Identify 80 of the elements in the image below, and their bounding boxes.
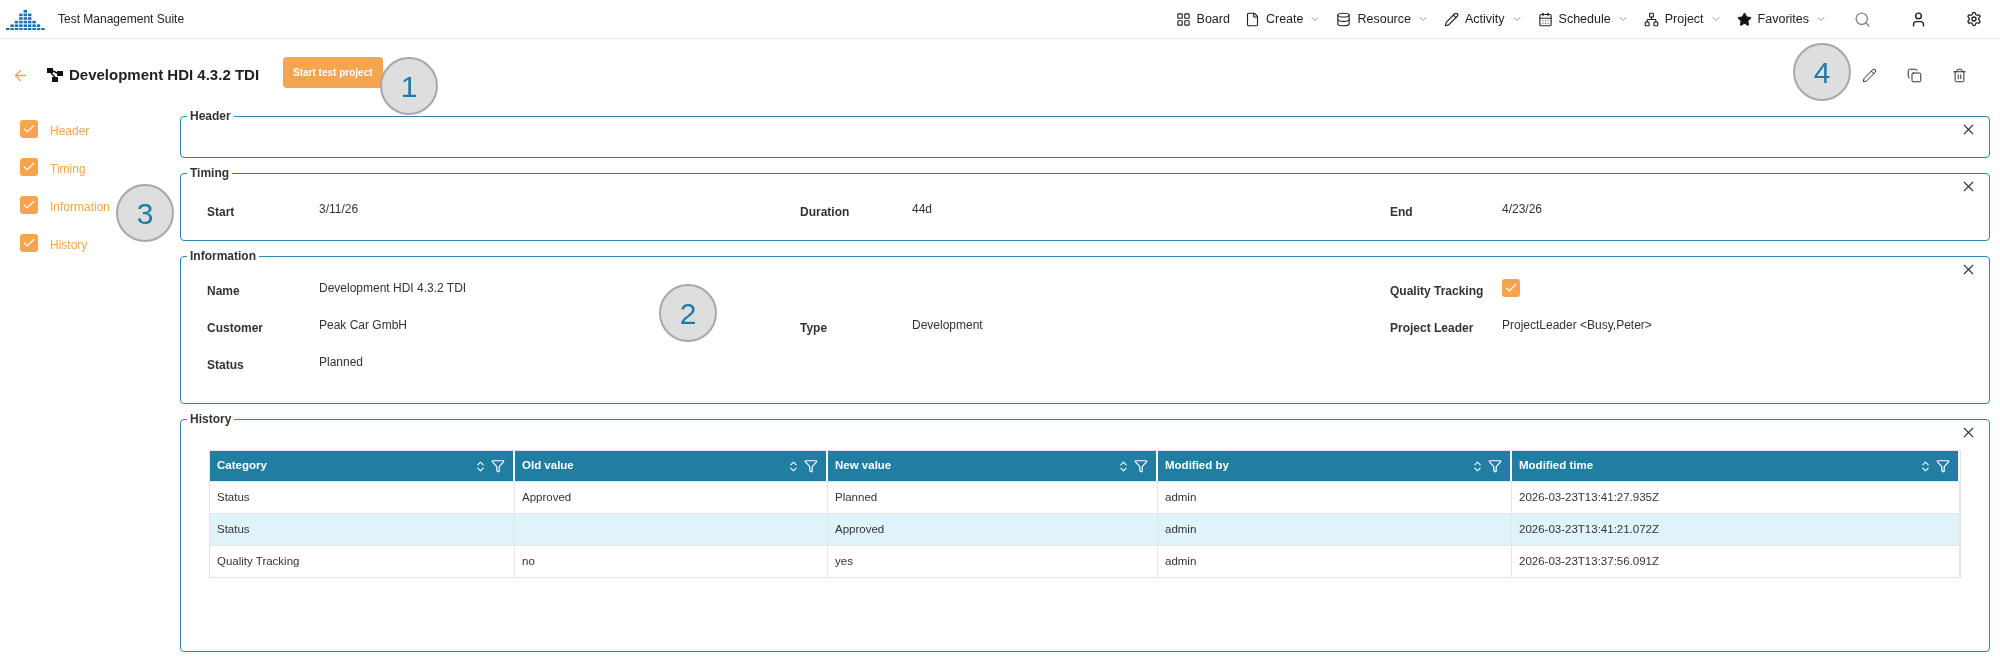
field-value: 4/23/26	[1502, 201, 1543, 218]
table-cell-text: admin	[1165, 521, 1197, 537]
filter-icon[interactable]	[1488, 459, 1502, 473]
callout-marker: 2	[659, 284, 717, 342]
field-label: Name	[207, 283, 241, 300]
table-cell-text: Planned	[835, 489, 878, 505]
filter-icon[interactable]	[1134, 459, 1148, 473]
section-checkbox[interactable]	[20, 233, 38, 252]
nav-menu-item[interactable]: Favorites	[1736, 9, 1827, 29]
hierarchy-icon	[1643, 11, 1659, 27]
table-cell-text: Status	[217, 489, 250, 505]
network-icon	[47, 68, 63, 82]
table-cell-text: admin	[1165, 553, 1197, 569]
copy-icon[interactable]	[1907, 67, 1922, 83]
nav-menu-item[interactable]: Activity	[1443, 9, 1523, 29]
field-value: 3/11/26	[319, 201, 359, 218]
table-cell-text: Approved	[835, 521, 885, 537]
document-icon	[1244, 11, 1260, 27]
field-value: 44d	[912, 201, 933, 218]
field-value: ProjectLeader <Busy,Peter>	[1502, 317, 1652, 334]
table-cell-text: yes	[835, 553, 853, 569]
field-label: Type	[800, 320, 829, 337]
user-icon[interactable]	[1910, 10, 1927, 28]
filter-icon[interactable]	[1936, 459, 1950, 473]
section-title: Timing	[187, 165, 233, 181]
grid-icon	[1175, 11, 1191, 27]
nav-menu-item[interactable]: Resource	[1336, 9, 1429, 29]
table-cell-text: 2026-03-23T13:41:21.072Z	[1519, 521, 1660, 537]
callout-marker: 3	[116, 184, 174, 242]
field-label: Status	[207, 357, 245, 374]
field-label: Customer	[207, 320, 264, 337]
field-label: End	[1390, 204, 1414, 221]
section-checkbox[interactable]	[20, 157, 38, 176]
search-icon[interactable]	[1854, 10, 1871, 28]
nav-menu-item[interactable]: Create	[1244, 9, 1322, 29]
table-row[interactable]: Status Approved Planned admin 2026-03-23T13:41:27.935Z	[210, 481, 1960, 513]
star-icon	[1736, 11, 1752, 27]
sort-icon[interactable]	[1471, 459, 1484, 473]
nav-menu-item[interactable]: Schedule	[1537, 9, 1629, 29]
database-icon	[1336, 11, 1352, 27]
filter-icon[interactable]	[804, 459, 818, 473]
edit-icon[interactable]	[1862, 67, 1877, 83]
section-checkbox[interactable]	[20, 195, 38, 214]
delete-icon[interactable]	[1952, 67, 1967, 83]
checkbox[interactable]	[1502, 279, 1520, 297]
field-label: Project Leader	[1390, 320, 1475, 337]
table-cell-text: Status	[217, 521, 250, 537]
field-value: Development HDI 4.3.2 TDI	[319, 280, 467, 297]
callout-marker: 4	[1793, 43, 1851, 101]
pencil-icon	[1443, 11, 1459, 27]
field-label: Quality Tracking	[1390, 283, 1485, 300]
sort-icon[interactable]	[474, 459, 487, 473]
section-title: History	[187, 411, 235, 427]
field-label: Duration	[800, 204, 851, 221]
settings-icon[interactable]	[1966, 11, 1982, 27]
app-title: Test Management Suite	[58, 11, 185, 28]
filter-icon[interactable]	[491, 459, 505, 473]
table-cell-text: 2026-03-23T13:41:27.935Z	[1519, 489, 1660, 505]
table-cell-text: no	[522, 553, 535, 569]
table-cell-text: admin	[1165, 489, 1197, 505]
table-cell-text: Quality Tracking	[217, 553, 300, 569]
table-cell-text: 2026-03-23T13:37:56.091Z	[1519, 553, 1660, 569]
nav-menu-item[interactable]: Project	[1643, 9, 1722, 29]
field-label: Start	[207, 204, 236, 221]
sort-icon[interactable]	[1117, 459, 1130, 473]
callout-marker: 1	[380, 57, 438, 115]
check-icon	[1504, 281, 1518, 295]
page-title: Development HDI 4.3.2 TDI	[69, 64, 260, 85]
table-cell-text: Approved	[522, 489, 572, 505]
field-value: Development	[912, 317, 983, 334]
sort-icon[interactable]	[1919, 459, 1932, 473]
field-value: Planned	[319, 354, 364, 371]
calendar-icon	[1537, 11, 1553, 27]
field-value: Peak Car GmbH	[319, 317, 408, 334]
section-checkbox[interactable]	[20, 119, 38, 138]
nav-menu-item[interactable]: Board	[1175, 9, 1230, 29]
table-row[interactable]: Status Approved admin 2026-03-23T13:41:21.072Z	[210, 513, 1960, 545]
table-row[interactable]: Quality Tracking no yes admin 2026-03-23T13:37:56.091Z	[210, 545, 1960, 577]
logo-icon	[6, 8, 46, 30]
sort-icon[interactable]	[787, 459, 800, 473]
